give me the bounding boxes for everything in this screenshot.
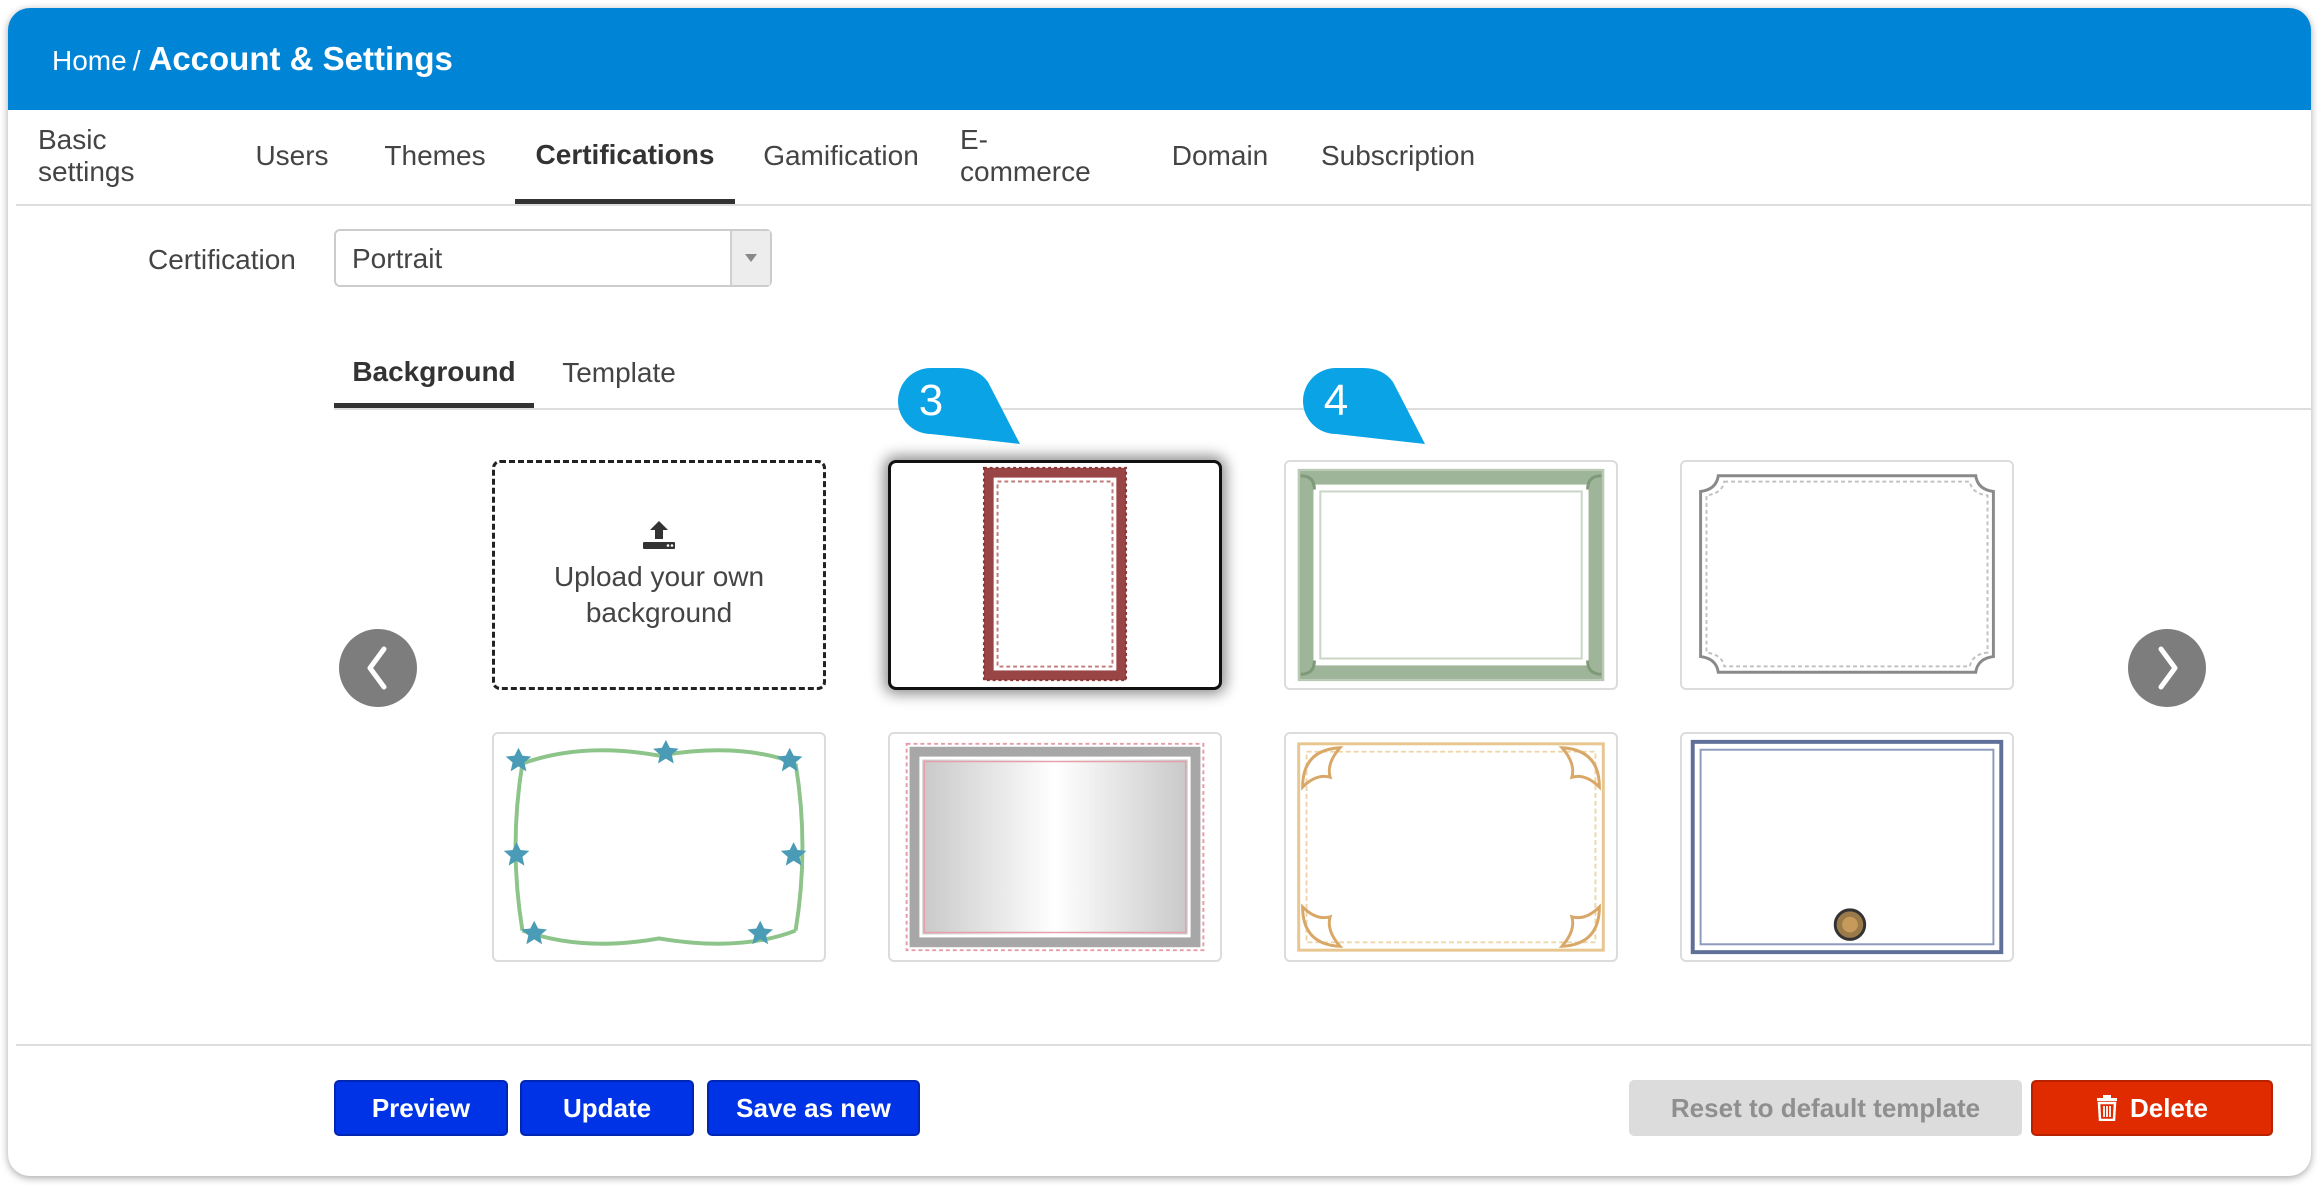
- certificate-frame-thumbnail: [503, 739, 807, 946]
- upload-icon: [643, 521, 675, 549]
- breadcrumb-separator: /: [132, 45, 141, 76]
- callout-number: 3: [918, 376, 944, 425]
- next-button[interactable]: [2128, 629, 2206, 707]
- background-tile-gray-frame[interactable]: [1680, 460, 2014, 690]
- breadcrumb: Home / Account & Settings: [52, 40, 453, 78]
- main-tabs: Basic settings Users Themes Certificatio…: [16, 110, 2311, 206]
- certificate-frame-thumbnail: [1297, 742, 1605, 952]
- tab-users[interactable]: Users: [255, 110, 328, 202]
- background-tile-floral-stars[interactable]: [492, 732, 826, 962]
- background-tile-red-portrait[interactable]: [888, 460, 1222, 690]
- callout-badge: 4: [1303, 368, 1429, 448]
- tab-gamification[interactable]: Gamification: [760, 110, 922, 202]
- delete-label: Delete: [2129, 1092, 2209, 1123]
- chevron-left-icon: [367, 646, 387, 690]
- update-button[interactable]: Update: [520, 1080, 694, 1136]
- breadcrumb-home-link[interactable]: Home: [52, 45, 127, 77]
- background-tile-green-frame[interactable]: [1284, 460, 1618, 690]
- certificate-frame-thumbnail: [1297, 468, 1605, 682]
- upload-label: Upload your own background: [553, 561, 765, 628]
- callout-badge: 3: [898, 368, 1024, 448]
- tab-certifications[interactable]: Certifications: [515, 110, 735, 204]
- delete-button[interactable]: Delete: [2031, 1080, 2273, 1136]
- certificate-frame-thumbnail: [1699, 474, 1995, 674]
- tab-template[interactable]: Template: [560, 340, 678, 406]
- tab-e-commerce[interactable]: E-commerce: [960, 110, 1116, 202]
- chevron-right-icon: [2158, 646, 2178, 690]
- preview-button[interactable]: Preview: [334, 1080, 508, 1136]
- tab-background[interactable]: Background: [334, 340, 534, 408]
- settings-panel: Home / Account & Settings Basic settings…: [8, 8, 2311, 1176]
- caret-down-icon: [745, 254, 757, 262]
- callout-number: 4: [1323, 376, 1349, 425]
- page-header: Home / Account & Settings: [8, 8, 2311, 110]
- certificate-frame-thumbnail: [1690, 739, 2004, 955]
- footer-divider: [16, 1044, 2311, 1046]
- save-as-new-button[interactable]: Save as new: [707, 1080, 920, 1136]
- certification-select-value: Portrait: [352, 243, 443, 274]
- reset-to-default-button[interactable]: Reset to default template: [1629, 1080, 2022, 1136]
- tab-themes[interactable]: Themes: [384, 110, 485, 202]
- certification-label: Certification: [148, 244, 296, 275]
- tab-domain[interactable]: Domain: [1168, 110, 1272, 202]
- background-tile-gold-ornate[interactable]: [1284, 732, 1618, 962]
- certification-select[interactable]: Portrait: [334, 229, 772, 287]
- certificate-frame-thumbnail: [982, 466, 1128, 682]
- background-tile-silver-gradient[interactable]: [888, 732, 1222, 962]
- background-tile-navy-seal[interactable]: [1680, 732, 2014, 962]
- tab-subscription[interactable]: Subscription: [1318, 110, 1478, 202]
- page-title: Account & Settings: [148, 40, 453, 77]
- dropdown-toggle[interactable]: [730, 231, 770, 285]
- previous-button[interactable]: [339, 629, 417, 707]
- trash-icon: [2096, 1095, 2117, 1121]
- certificate-frame-thumbnail: [905, 742, 1205, 952]
- upload-background-tile[interactable]: Upload your own background: [492, 460, 826, 690]
- tab-basic-settings[interactable]: Basic settings: [38, 110, 202, 202]
